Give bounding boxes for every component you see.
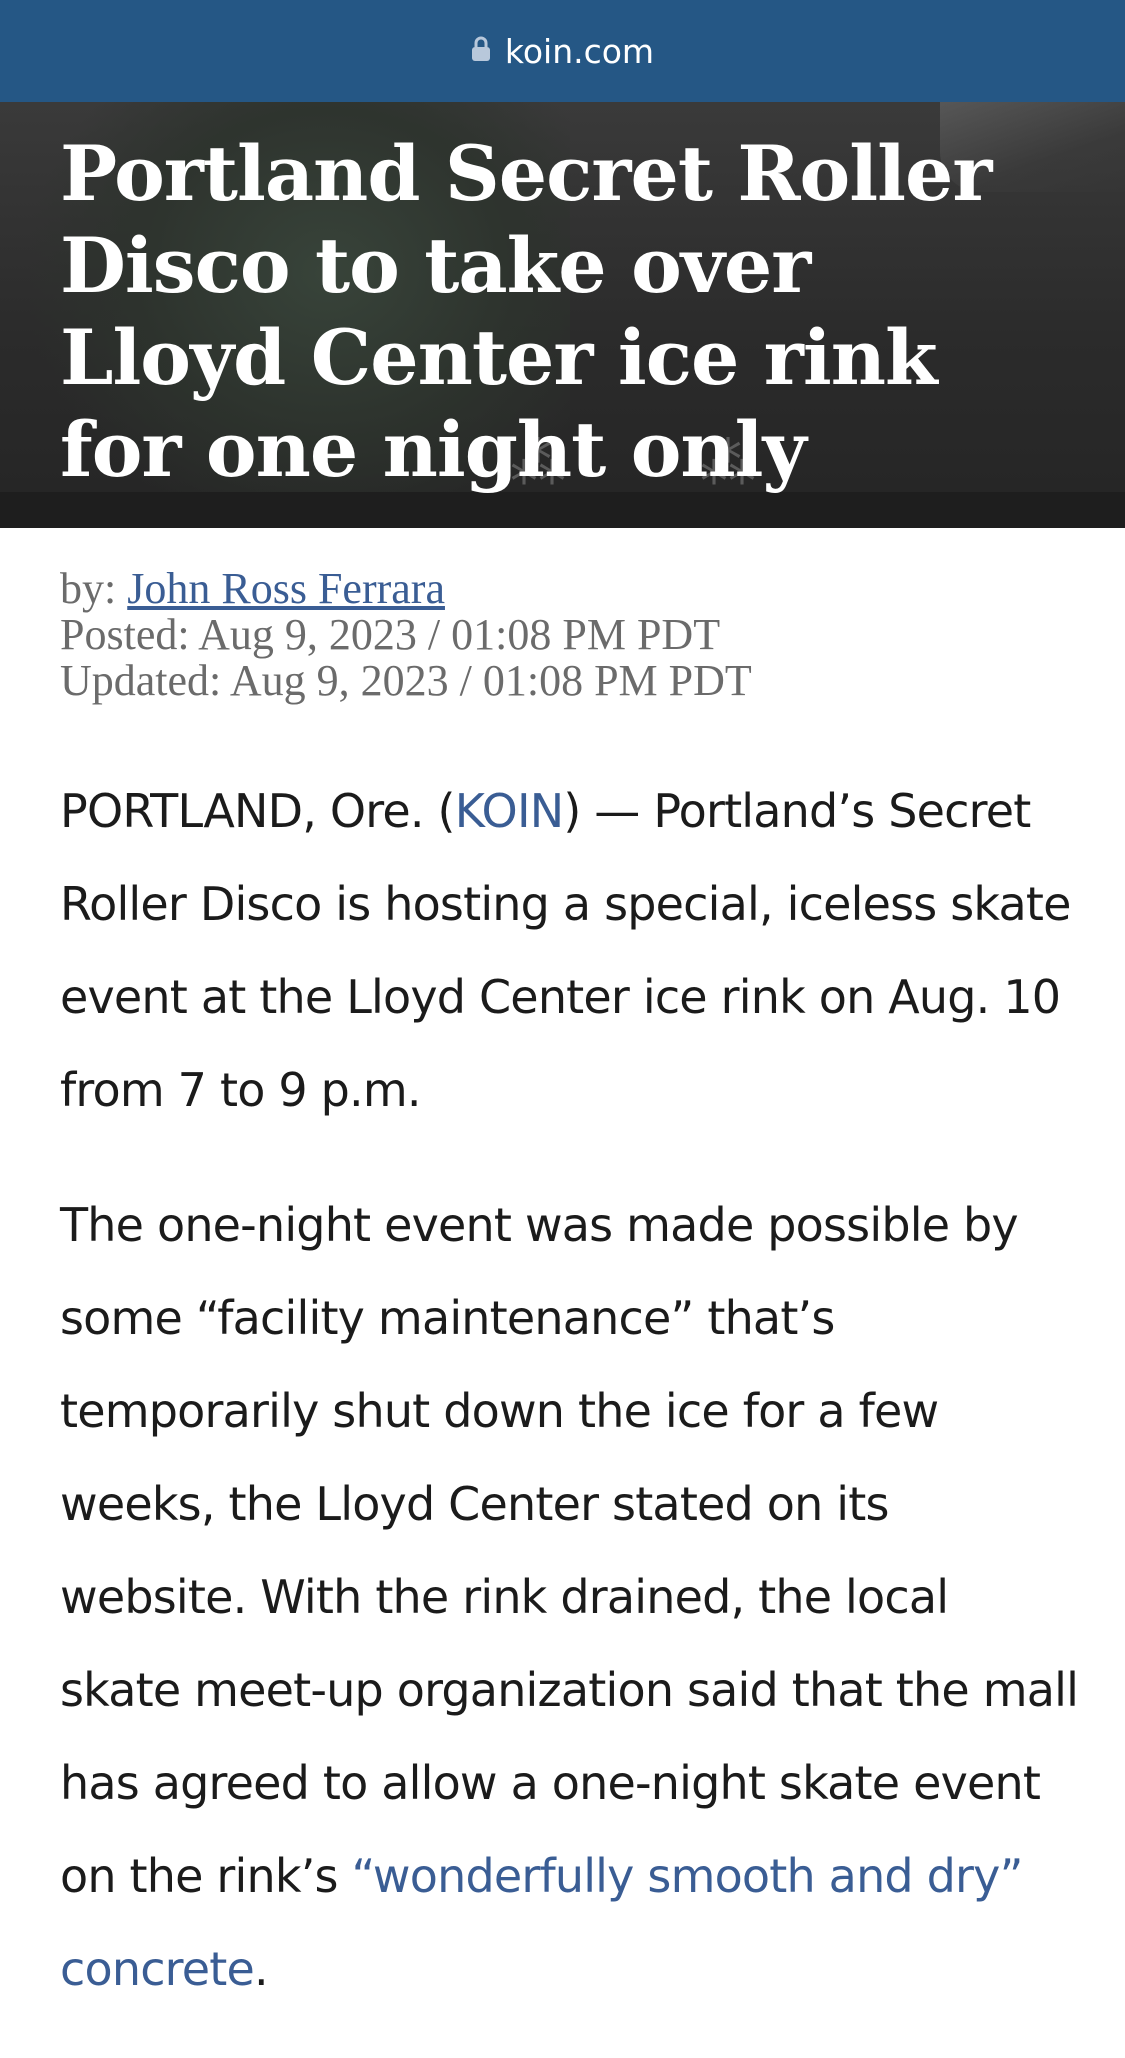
article-body: PORTLAND, Ore. (KOIN) — Portland’s Secre… <box>60 765 1080 2058</box>
article-meta: by: John Ross Ferrara Posted: Aug 9, 202… <box>60 566 1080 704</box>
url-text: koin.com <box>504 31 655 71</box>
posted-date: Posted: Aug 9, 2023 / 01:08 PM PDT <box>60 610 721 659</box>
koin-link[interactable]: KOIN <box>455 784 564 838</box>
dateline: PORTLAND, Ore. ( <box>60 784 455 838</box>
article-headline: Portland Secret Roller Disco to take ove… <box>60 129 992 494</box>
author-link[interactable]: John Ross Ferrara <box>127 564 445 613</box>
paragraph-2-end: . <box>254 1942 269 1996</box>
paragraph-2: The one-night event was made possible by… <box>60 1179 1080 2016</box>
paragraph-2-text: The one-night event was made possible by… <box>60 1198 1079 1903</box>
byline-prefix: by: <box>60 564 128 613</box>
lock-icon <box>471 36 490 61</box>
browser-url-bar[interactable]: koin.com <box>0 0 1125 102</box>
hero-bottom-bar <box>0 492 1125 528</box>
byline: by: John Ross Ferrara <box>60 566 1080 612</box>
updated-date: Updated: Aug 9, 2023 / 01:08 PM PDT <box>60 656 752 705</box>
paragraph-1: PORTLAND, Ore. (KOIN) — Portland’s Secre… <box>60 765 1080 1137</box>
